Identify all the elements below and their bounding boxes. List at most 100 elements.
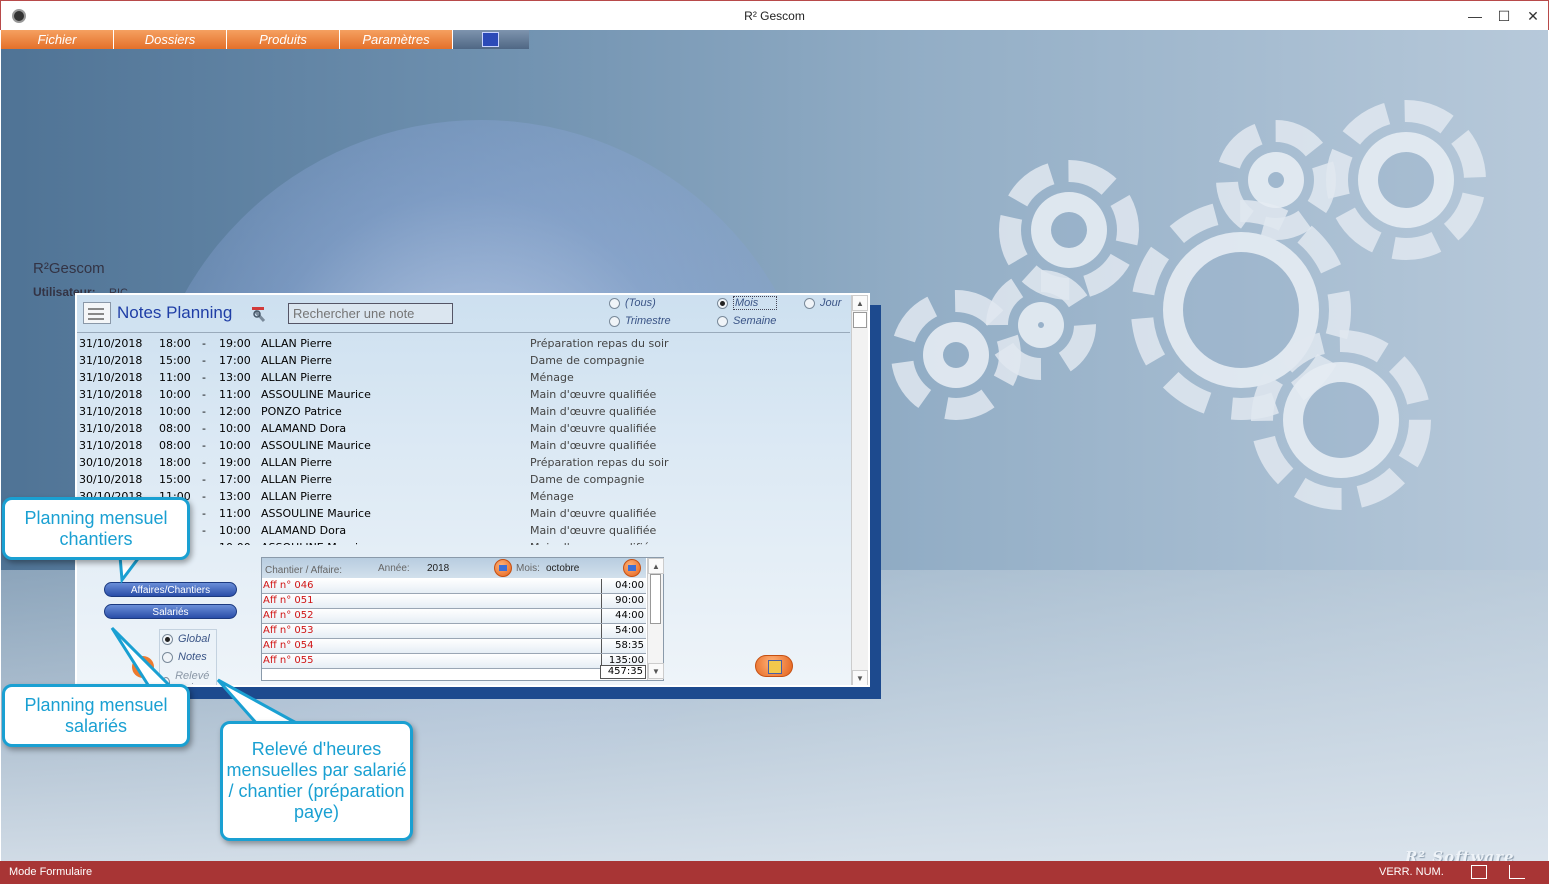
row-end: 17:00 — [219, 473, 251, 486]
row-end: 11:00 — [219, 388, 251, 401]
row-name: ALLAN Pierre — [261, 354, 332, 367]
menu-parametres[interactable]: Paramètres — [340, 30, 453, 49]
option-global-radio[interactable]: Global — [162, 633, 210, 645]
table-row[interactable]: 30/10/201808:00-10:00ALAMAND DoraMain d'… — [77, 522, 850, 539]
table-row[interactable]: 30/10/2018 15:00-17:00 ALLAN Pierre Dame de… — [77, 471, 850, 488]
next-month-button[interactable] — [623, 559, 641, 577]
row-separator: - — [202, 473, 206, 486]
chantier-label: Chantier / Affaire: — [265, 565, 343, 576]
row-separator: - — [202, 524, 206, 537]
menu-fichier[interactable]: Fichier — [1, 30, 114, 49]
option-notes-radio[interactable]: Notes — [162, 651, 207, 663]
scroll-up-icon[interactable]: ▲ — [648, 558, 664, 574]
subform-row[interactable]: Aff n° 055 135:00 — [262, 654, 646, 669]
row-separator: - — [202, 371, 206, 384]
subform-scrollbar[interactable]: ▲ ▼ — [647, 558, 664, 680]
menu-dossiers[interactable]: Dossiers — [114, 30, 227, 49]
row-start: 15:00 — [159, 354, 191, 367]
search-input[interactable] — [288, 303, 453, 324]
row-end: 19:00 — [219, 456, 251, 469]
salaries-button[interactable]: Salariés — [104, 604, 237, 619]
row-desc: Main d'œuvre qualifiée — [530, 507, 657, 520]
menu-produits[interactable]: Produits — [227, 30, 340, 49]
subform-row[interactable]: Aff n° 054 58:35 — [262, 639, 646, 654]
affaire-number: Aff n° 053 — [263, 625, 314, 636]
affaire-number: Aff n° 055 — [263, 655, 314, 666]
menu-window-button[interactable] — [453, 30, 529, 49]
row-separator: - — [202, 439, 206, 452]
scroll-down-icon[interactable]: ▼ — [648, 663, 664, 679]
filter-jour-label: Jour — [820, 297, 842, 309]
row-desc: Préparation repas du soir — [530, 456, 669, 469]
row-separator: - — [202, 405, 206, 418]
title-bar: R² Gescom — ☐ ✕ — [0, 0, 1549, 30]
row-start: 10:00 — [159, 405, 191, 418]
minimize-button[interactable]: — — [1461, 6, 1489, 26]
affaire-number: Aff n° 051 — [263, 595, 314, 606]
table-row[interactable]: 31/10/2018 08:00-10:00 ASSOULINE Maurice Ma… — [77, 437, 850, 454]
row-date: 30/10/2018 — [79, 473, 143, 486]
row-start: 18:00 — [159, 456, 191, 469]
table-row[interactable]: 31/10/2018 18:00-19:00 ALLAN Pierre Prépara… — [77, 335, 850, 352]
option-global-label: Global — [178, 633, 210, 645]
filter-jour-radio[interactable]: Jour — [804, 297, 841, 309]
callout-planning-salaries: Planning mensuel salariés — [2, 684, 190, 747]
search-icon[interactable] — [249, 305, 269, 325]
close-button[interactable]: ✕ — [1519, 6, 1547, 26]
table-row[interactable]: 31/10/2018 08:00-10:00 ALAMAND Dora Main d'… — [77, 420, 850, 437]
subform-row[interactable]: Aff n° 051 90:00 — [262, 594, 646, 609]
filter-trimestre-radio[interactable]: Trimestre — [609, 315, 671, 327]
hours-value: 54:00 — [601, 624, 646, 638]
subform-rows: Aff n° 046 04:00 Aff n° 051 90:00 Aff n° 052… — [262, 579, 646, 680]
exit-button[interactable] — [755, 655, 793, 677]
row-desc: Préparation repas du soir — [530, 337, 669, 350]
table-row[interactable]: 30/10/2018 18:00-19:00 ALLAN Pierre Prépara… — [77, 454, 850, 471]
panel-scrollbar[interactable]: ▲ ▼ — [851, 295, 868, 685]
table-row[interactable]: 30/10/201810:00-11:00ASSOULINE MauriceMa… — [77, 505, 850, 522]
row-date: 31/10/2018 — [79, 337, 143, 350]
row-end: 17:00 — [219, 354, 251, 367]
subform-row[interactable]: Aff n° 053 54:00 — [262, 624, 646, 639]
scroll-thumb[interactable] — [853, 312, 867, 328]
row-date: 31/10/2018 — [79, 439, 143, 452]
filter-mois-label: Mois — [733, 296, 778, 310]
table-row[interactable]: 31/10/2018 10:00-11:00 ASSOULINE Maurice Ma… — [77, 386, 850, 403]
row-date: 31/10/2018 — [79, 354, 143, 367]
row-desc: Ménage — [530, 371, 574, 384]
row-end: 11:00 — [219, 507, 251, 520]
subform-row[interactable]: Aff n° 046 04:00 — [262, 579, 646, 594]
row-name: ASSOULINE Maurice — [261, 388, 371, 401]
table-row[interactable]: 30/10/201811:00-13:00ALLAN PierreMénage — [77, 488, 850, 505]
scroll-thumb[interactable] — [650, 574, 661, 624]
table-row[interactable]: 30/10/201808:00-10:00ASSOULINE MauriceMa… — [77, 539, 850, 545]
row-name: ALAMAND Dora — [261, 524, 347, 537]
affaires-chantiers-button[interactable]: Affaires/Chantiers — [104, 582, 237, 597]
table-row[interactable]: 31/10/2018 15:00-17:00 ALLAN Pierre Dame de… — [77, 352, 850, 369]
table-row[interactable]: 31/10/2018 10:00-12:00 PONZO Patrice Main d… — [77, 403, 850, 420]
row-end: 12:00 — [219, 405, 251, 418]
filter-mois-radio[interactable]: Mois — [717, 296, 778, 310]
scroll-down-icon[interactable]: ▼ — [852, 670, 868, 685]
notes-planning-form: Notes Planning (Tous) Mois Jour Trimestr… — [75, 293, 870, 687]
filter-tous-radio[interactable]: (Tous) — [609, 297, 656, 309]
form-view-icon[interactable] — [1471, 865, 1487, 879]
subform-row[interactable]: Aff n° 052 44:00 — [262, 609, 646, 624]
previous-month-button[interactable] — [494, 559, 512, 577]
row-end: 13:00 — [219, 371, 251, 384]
total-hours: 457:35 — [600, 665, 646, 679]
row-start: 10:00 — [159, 388, 191, 401]
row-desc: Dame de compagnie — [530, 473, 645, 486]
table-row[interactable]: 31/10/2018 11:00-13:00 ALLAN Pierre Ménage — [77, 369, 850, 386]
option-notes-label: Notes — [178, 651, 207, 663]
software-logo: R² Software — [1405, 848, 1515, 861]
hours-value: 04:00 — [601, 579, 646, 593]
maximize-button[interactable]: ☐ — [1490, 6, 1518, 26]
design-view-icon[interactable] — [1509, 865, 1525, 879]
row-name: ALLAN Pierre — [261, 473, 332, 486]
hours-value: 58:35 — [601, 639, 646, 653]
gear-icon — [986, 270, 1096, 380]
scroll-up-icon[interactable]: ▲ — [852, 295, 868, 311]
filter-semaine-radio[interactable]: Semaine — [717, 315, 776, 327]
brand-name: R²Gescom — [33, 260, 105, 277]
run-button[interactable] — [132, 656, 154, 678]
